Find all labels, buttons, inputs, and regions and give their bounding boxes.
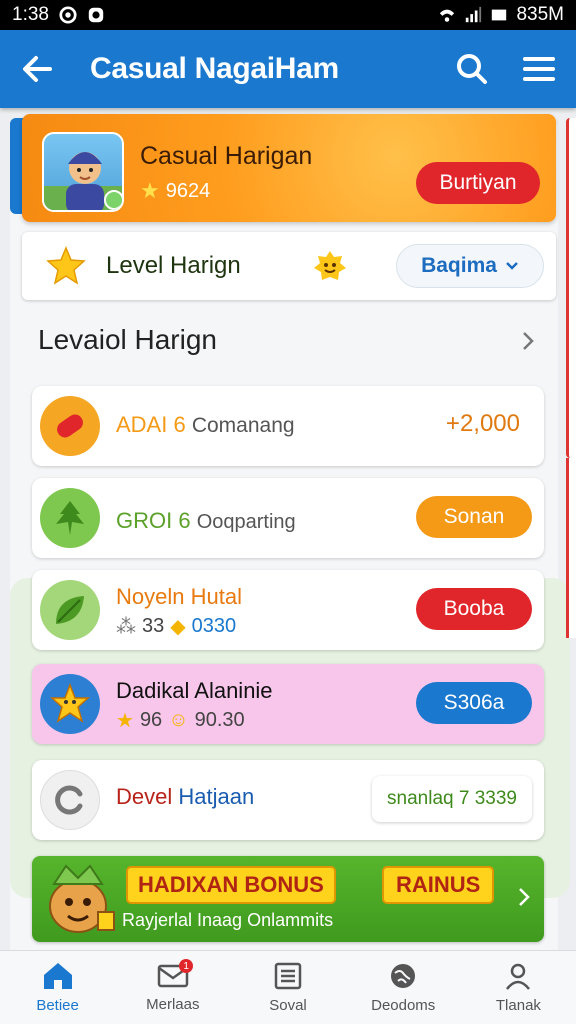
bonus-banner[interactable]: HADIXAN BONUS RAINUS Rayjerlal Inaag Onl… bbox=[32, 856, 544, 942]
bonus-subtitle: Rayjerlal Inaag Onlammits bbox=[122, 910, 334, 930]
page-title: Casual NagaiHam bbox=[90, 52, 339, 85]
signal-icon bbox=[466, 6, 482, 23]
chevron-right-icon[interactable] bbox=[520, 330, 536, 352]
battery-icon bbox=[492, 9, 507, 21]
nav-item-globe[interactable]: Deodoms bbox=[346, 951, 461, 1024]
item-action-button[interactable]: S306a bbox=[416, 682, 532, 724]
menu-icon[interactable] bbox=[522, 55, 556, 83]
nav-item-document[interactable]: Soval bbox=[230, 951, 345, 1024]
item-title: GROI 6 Ooqparting bbox=[116, 508, 296, 533]
list-item[interactable]: GROI 6 Ooqparting Sonan bbox=[32, 478, 544, 558]
edge-decoration-right bbox=[566, 118, 576, 458]
profile-name: Casual Harigan bbox=[140, 142, 313, 170]
item-action-button[interactable]: Booba bbox=[416, 588, 532, 630]
item-stats: ⁂ 33 ◆ 0330 bbox=[116, 615, 237, 638]
item-badge bbox=[40, 580, 100, 640]
level-label: Level Harign bbox=[106, 252, 241, 279]
list-item[interactable]: Dadikal Alaninie ★ 96 ☺ 90.30 S306a bbox=[32, 664, 544, 744]
profile-score: ★ 9624 bbox=[140, 178, 210, 204]
candy-icon bbox=[57, 414, 83, 438]
nav-label: Soval bbox=[269, 997, 307, 1014]
globe-icon bbox=[391, 964, 416, 988]
status-time: 1:38 bbox=[12, 4, 49, 25]
item-title: Devel Hatjaan bbox=[116, 784, 255, 809]
nav-item-mail[interactable]: 1 Merlaas bbox=[115, 951, 230, 1024]
list-item[interactable]: Devel Hatjaan snanlaq 7 3339 bbox=[32, 760, 544, 840]
back-arrow-icon[interactable] bbox=[20, 54, 54, 84]
record-icon bbox=[88, 7, 104, 23]
nav-item-profile[interactable]: Tlanak bbox=[461, 951, 576, 1024]
item-title: Noyeln Hutal bbox=[116, 584, 242, 609]
list-item[interactable]: Noyeln Hutal ⁂ 33 ◆ 0330 Booba bbox=[32, 570, 544, 650]
profile-hero-card[interactable]: Casual Harigan ★ 9624 Burtiyan bbox=[22, 114, 556, 222]
home-icon bbox=[43, 963, 72, 989]
nav-label: Deodoms bbox=[371, 997, 436, 1014]
item-badge bbox=[40, 770, 100, 830]
bottom-navigation: Betiee 1 Merlaas Soval Deodoms Tlanak bbox=[0, 950, 576, 1024]
status-bar: 1:38 835M bbox=[0, 0, 576, 30]
section-title: Levaiol Harign bbox=[38, 324, 217, 355]
level-dropdown[interactable]: Baqima bbox=[396, 244, 544, 288]
smiley-icon bbox=[314, 251, 346, 280]
profile-icon bbox=[506, 963, 531, 990]
refresh-icon bbox=[55, 785, 83, 815]
camera-icon bbox=[59, 6, 77, 24]
nav-item-home[interactable]: Betiee bbox=[0, 951, 115, 1024]
nav-label: Tlanak bbox=[495, 997, 541, 1014]
leaf-icon bbox=[56, 501, 84, 535]
star-character-icon bbox=[50, 682, 90, 723]
item-title: Dadikal Alaninie bbox=[116, 678, 273, 703]
nav-label: Merlaas bbox=[146, 996, 200, 1013]
item-badge bbox=[40, 488, 100, 548]
list-item[interactable]: ADAI 6 Comanang +2,000 bbox=[32, 386, 544, 466]
star-icon: ★ bbox=[116, 710, 134, 732]
avatar[interactable] bbox=[42, 132, 124, 212]
sparkle-icon: ⁂ bbox=[116, 616, 136, 638]
item-badge bbox=[40, 674, 100, 734]
notification-badge: 1 bbox=[179, 959, 194, 973]
bonus-tag: HADIXAN BONUS bbox=[126, 866, 336, 904]
edge-decoration-right-lower bbox=[566, 458, 576, 638]
score-value: 9624 bbox=[165, 179, 211, 202]
star-icon bbox=[46, 246, 86, 285]
document-icon bbox=[274, 962, 302, 990]
item-reward: +2,000 bbox=[445, 410, 520, 437]
item-badge bbox=[40, 396, 100, 456]
chevron-down-icon bbox=[506, 262, 518, 270]
item-value-box: snanlaq 7 3339 bbox=[372, 776, 532, 822]
item-action-button[interactable]: Sonan bbox=[416, 496, 532, 538]
status-right-text: 835M bbox=[516, 4, 564, 25]
wifi-icon bbox=[440, 9, 455, 22]
hero-action-button[interactable]: Burtiyan bbox=[416, 162, 540, 204]
bonus-tag-secondary: RAINUS bbox=[382, 866, 495, 904]
main-content: Casual Harigan ★ 9624 Burtiyan Level Har… bbox=[0, 108, 576, 950]
star-icon: ★ bbox=[140, 178, 160, 203]
mascot-icon bbox=[49, 864, 115, 933]
item-title: ADAI 6 Comanang bbox=[116, 412, 295, 437]
coin-icon: ◆ bbox=[170, 616, 186, 638]
item-stats: ★ 96 ☺ 90.30 bbox=[116, 709, 245, 732]
search-icon[interactable] bbox=[456, 53, 488, 85]
dropdown-value: Baqima bbox=[421, 254, 497, 277]
avatar-character-icon bbox=[44, 152, 122, 210]
level-bar: Level Harign Baqima bbox=[22, 232, 556, 300]
chevron-right-icon[interactable] bbox=[516, 886, 532, 908]
nav-label: Betiee bbox=[36, 997, 79, 1014]
leaf-icon bbox=[56, 596, 84, 624]
smiley-icon: ☺ bbox=[168, 709, 189, 731]
app-bar: Casual NagaiHam bbox=[0, 30, 576, 108]
